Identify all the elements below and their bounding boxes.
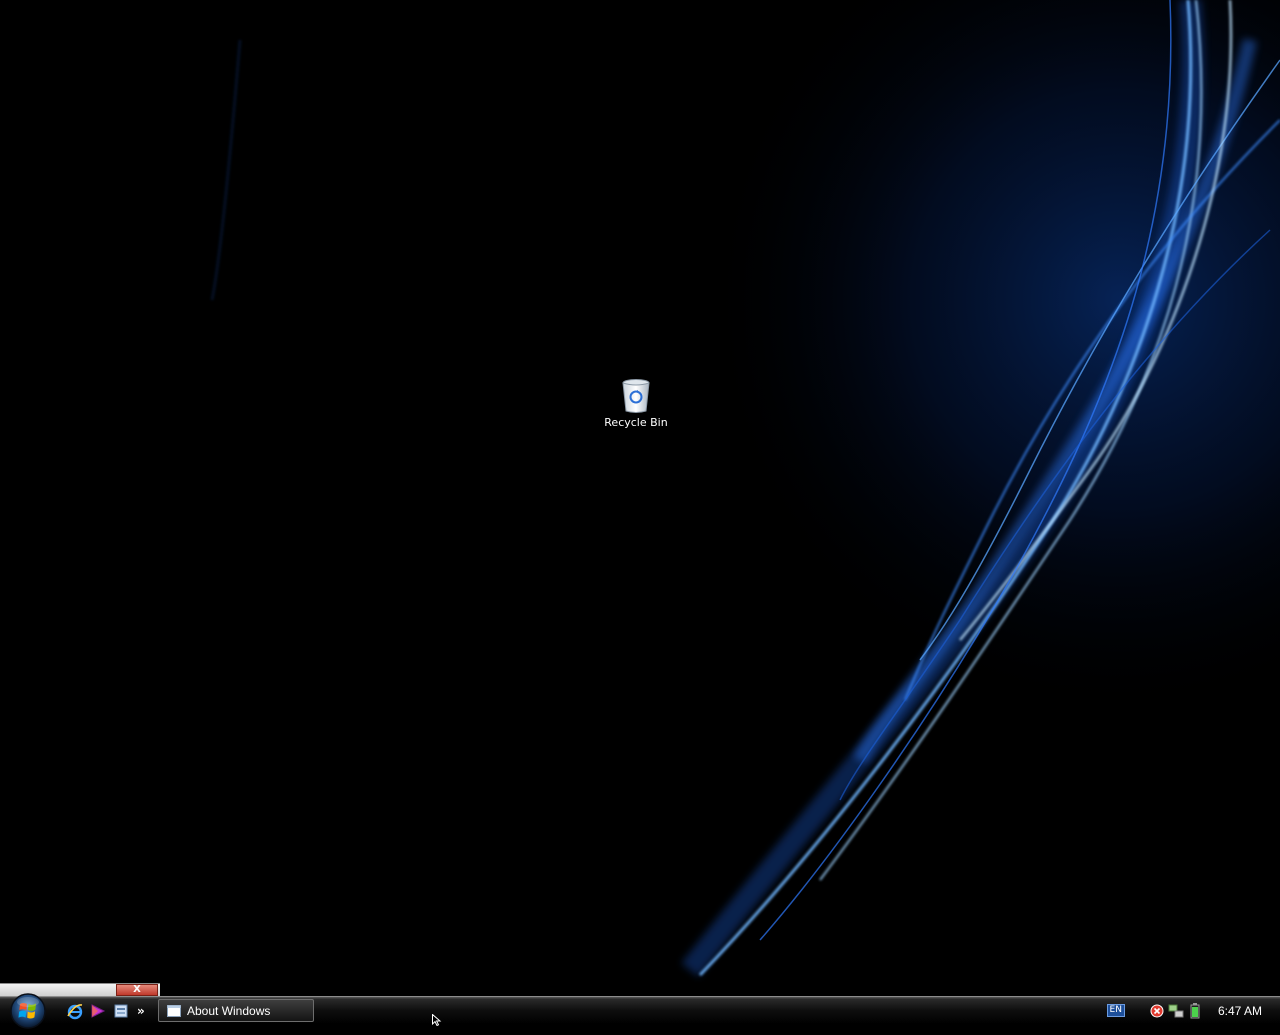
desktop[interactable]: Recycle Bin (0, 0, 1280, 996)
quick-launch-show-desktop[interactable] (112, 1002, 130, 1020)
close-button[interactable]: X (116, 984, 158, 996)
desktop-icon-recycle-bin[interactable]: Recycle Bin (600, 378, 672, 429)
recycle-bin-icon (622, 379, 650, 413)
wallpaper-aurora (0, 0, 1280, 996)
battery-icon (1190, 1002, 1200, 1018)
taskbar: » About Windows EN 6:47 AM (0, 993, 1280, 1029)
system-tray: EN 6:47 AM (1106, 997, 1280, 1024)
show-desktop-icon (114, 1004, 128, 1018)
tray-battery[interactable] (1187, 1002, 1203, 1019)
mouse-cursor-icon (432, 1014, 442, 1026)
quick-launch-bar: » (66, 1000, 147, 1022)
security-alert-icon (1150, 1004, 1164, 1017)
network-icon (1168, 1004, 1184, 1017)
taskbar-button-label: About Windows (187, 1003, 271, 1018)
language-indicator[interactable]: EN (1106, 1004, 1125, 1017)
quick-launch-media-player[interactable] (89, 1002, 107, 1020)
windows-start-orb-icon (10, 993, 46, 1029)
clock[interactable]: 6:47 AM (1218, 1004, 1262, 1018)
start-button[interactable] (8, 991, 48, 1031)
taskbar-button-about-windows[interactable]: About Windows (158, 999, 314, 1022)
internet-explorer-icon (67, 1004, 83, 1020)
tray-security-alert[interactable] (1149, 1003, 1165, 1019)
desktop-icon-label: Recycle Bin (604, 416, 668, 429)
tray-network[interactable] (1168, 1003, 1184, 1019)
media-player-icon (91, 1004, 106, 1018)
window-icon (167, 1004, 181, 1017)
quick-launch-overflow-button[interactable]: » (137, 1004, 147, 1018)
quick-launch-internet-explorer[interactable] (66, 1002, 84, 1020)
